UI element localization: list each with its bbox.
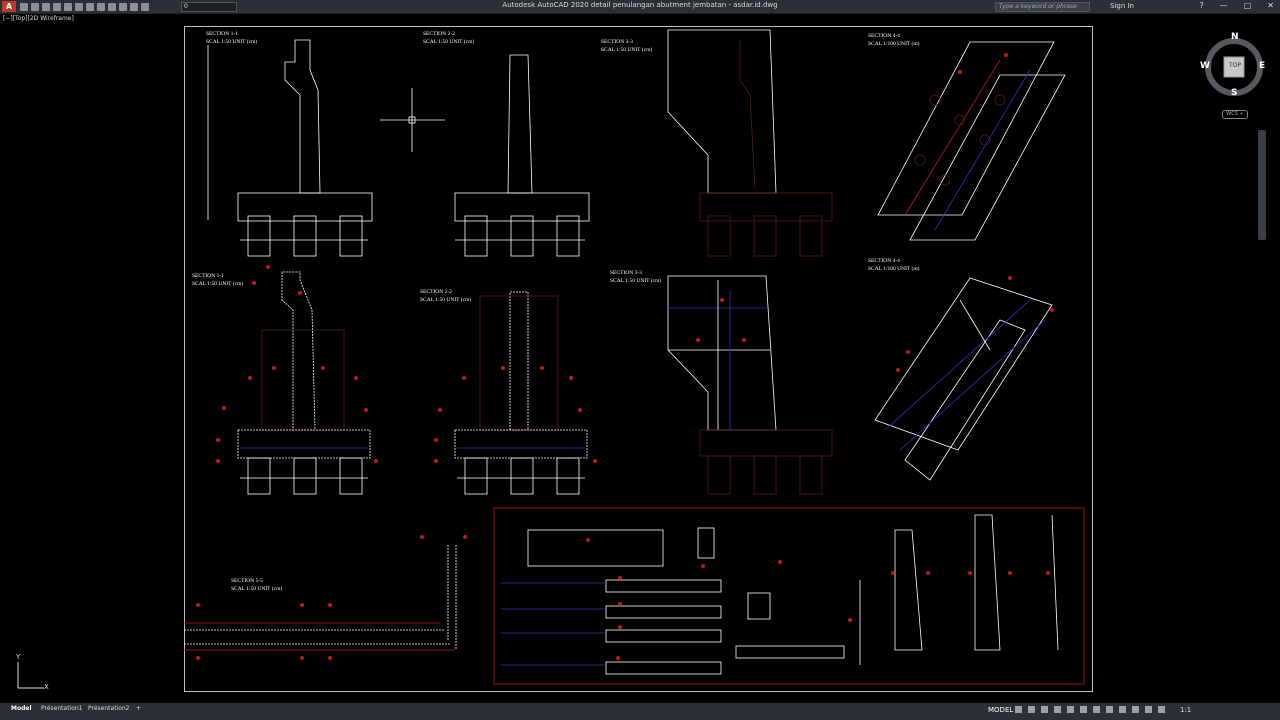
compass-west[interactable]: W [1200,61,1210,71]
section-4-4-rebar [874,277,1053,481]
section-1-1-outline [207,39,373,257]
ucs-y-label: Y [16,653,21,661]
section-scale: SCAL 1:50 UNIT (cm) [192,280,243,287]
model-space-toggle[interactable]: MODEL [988,706,1013,714]
add-layout-button[interactable]: + [136,705,141,712]
polar-icon[interactable] [1054,706,1061,713]
section-3-3-rebar [667,275,833,495]
section-scale: SCAL 1:50 UNIT (cm) [610,277,661,284]
section-5-5-rebar [184,545,457,651]
osnap-icon[interactable] [1067,706,1074,713]
tab-presentation1[interactable]: Présentation1 [41,705,83,712]
ucs-icon: Y X [10,652,55,697]
status-toggles [1015,706,1165,713]
section-title: SECTION 4-4 [868,258,900,264]
section-title: SECTION 1-1 [192,273,224,279]
section-2-2-outline [454,54,590,257]
section-scale: SCAL 1:50 UNIT (cm) [420,296,471,303]
selection-cycling-icon[interactable] [1119,706,1126,713]
bar-schedule-frame [493,507,1085,685]
navigation-bar[interactable] [1258,130,1266,240]
section-scale: SCAL 1:50 UNIT (cm) [601,46,652,53]
section-title: SECTION 3-3 [601,39,633,45]
section-scale: SCAL 1:50 UNIT (cm) [231,585,282,592]
section-4-4-outline [877,41,1066,241]
viewcube-top-face[interactable]: TOP [1229,62,1241,69]
cursor-crosshair [380,88,445,152]
section-title: SECTION 4-4 [868,33,900,39]
section-scale: SCAL 1/100 UNIT (m) [868,40,920,47]
workspace-switch-icon[interactable] [1145,706,1152,713]
rebar-tags [196,53,1054,660]
tab-presentation2[interactable]: Présentation2 [88,705,130,712]
wcs-menu[interactable]: WCS ÷ [1222,110,1248,119]
section-3-3-outline [667,29,833,257]
annotation-icon[interactable] [1132,706,1139,713]
transparency-icon[interactable] [1106,706,1113,713]
compass-east[interactable]: E [1259,61,1265,71]
lineweight-icon[interactable] [1093,706,1100,713]
drawing-canvas[interactable]: SECTION 1-1 SCAL 1:50 UNIT (cm) SECTION … [0,0,1280,720]
isolate-icon[interactable] [1158,706,1165,713]
viewcube[interactable]: TOP N S E W [1200,32,1266,99]
section-title: SECTION 2-2 [420,289,452,295]
compass-north[interactable]: N [1231,32,1239,42]
section-2-2-rebar [454,291,588,495]
ucs-x-label: X [44,683,49,691]
section-scale: SCAL 1:50 UNIT (cm) [206,38,257,45]
section-scale: SCAL 1/100 UNIT (m) [868,265,920,272]
otrack-icon[interactable] [1080,706,1087,713]
section-title: SECTION 1-1 [206,31,238,37]
section-scale: SCAL 1:50 UNIT (cm) [423,38,474,45]
grid-icon[interactable] [1015,706,1022,713]
compass-south[interactable]: S [1231,88,1237,98]
section-1-1-rebar [237,271,371,495]
section-title: SECTION 2-2 [423,31,455,37]
section-title: SECTION 5-5 [231,578,263,584]
section-title: SECTION 3-3 [610,270,642,276]
tab-model[interactable]: Model [11,705,32,712]
snap-icon[interactable] [1028,706,1035,713]
annotation-scale[interactable]: 1:1 [1180,706,1191,714]
ortho-icon[interactable] [1041,706,1048,713]
